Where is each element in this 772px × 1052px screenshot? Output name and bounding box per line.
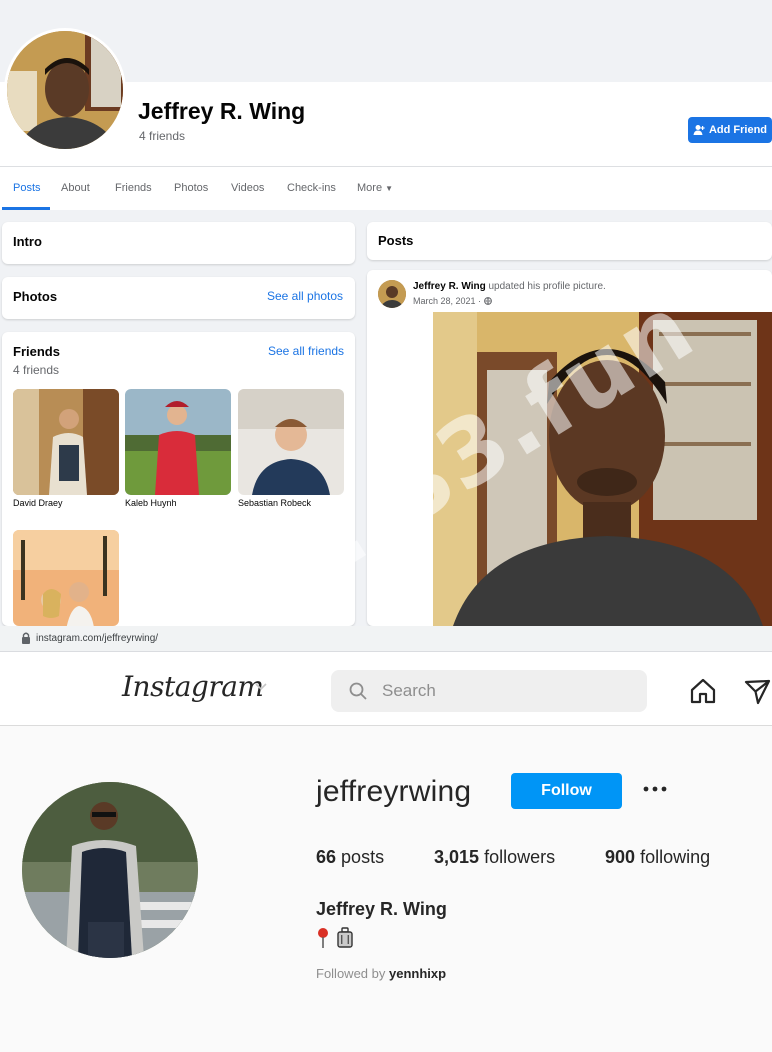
active-tab-indicator <box>2 207 50 210</box>
intro-card: Intro <box>2 222 355 264</box>
friend-count[interactable]: 4 friends <box>139 129 185 143</box>
friend-name[interactable]: David Draey <box>13 498 63 508</box>
followers-count[interactable]: 3,015 followers <box>434 847 555 868</box>
direct-message-icon[interactable] <box>742 676 772 706</box>
luggage-icon <box>337 927 353 948</box>
friend-photo[interactable] <box>13 389 119 495</box>
tab-about[interactable]: About <box>61 182 90 194</box>
profile-tabs: Posts About Friends Photos Videos Check-… <box>0 166 772 210</box>
intro-title: Intro <box>13 234 42 249</box>
post-date-text: March 28, 2021 · <box>413 296 484 306</box>
tab-photos[interactable]: Photos <box>174 182 208 194</box>
posts-count: 66 posts <box>316 847 384 868</box>
screenshot-root: Jeffrey R. Wing 4 friends Add Friend Pos… <box>0 0 772 1052</box>
followed-by-user[interactable]: yennhixp <box>389 966 446 981</box>
post-author-name[interactable]: Jeffrey R. Wing <box>413 281 486 292</box>
caret-down-icon: ▼ <box>385 184 394 193</box>
address-url[interactable]: instagram.com/jeffreyrwing/ <box>36 633 158 644</box>
chevron-down-icon[interactable] <box>254 682 268 692</box>
following-count[interactable]: 900 following <box>605 847 710 868</box>
friend-name[interactable]: Kaleb Huynh <box>125 498 177 508</box>
see-all-friends-link[interactable]: See all friends <box>268 344 344 358</box>
followers-label: followers <box>484 847 556 867</box>
instagram-username: jeffreyrwing <box>316 775 472 808</box>
post-author-avatar[interactable] <box>378 280 406 308</box>
post-photo[interactable] <box>433 312 772 626</box>
profile-name: Jeffrey R. Wing <box>138 98 306 124</box>
friends-card: Friends 4 friends See all friends David … <box>2 332 355 626</box>
instagram-bio <box>316 926 354 950</box>
search-input[interactable]: Search <box>382 681 436 701</box>
profile-avatar[interactable] <box>4 28 126 152</box>
tab-check-ins[interactable]: Check-ins <box>287 182 336 194</box>
following-number: 900 <box>605 847 636 867</box>
friend-photo[interactable] <box>125 389 231 495</box>
tab-friends[interactable]: Friends <box>115 182 152 194</box>
posts-number: 66 <box>316 847 337 867</box>
tab-videos[interactable]: Videos <box>231 182 264 194</box>
instagram-full-name: Jeffrey R. Wing <box>316 899 447 919</box>
tab-posts[interactable]: Posts <box>13 182 41 194</box>
follow-button[interactable]: Follow <box>511 773 622 809</box>
search-icon <box>349 682 367 700</box>
add-friend-label: Add Friend <box>708 124 768 136</box>
photos-card: Photos See all photos <box>2 277 355 319</box>
post-timestamp[interactable]: March 28, 2021 · <box>413 296 492 306</box>
instagram-profile: instagram.com/jeffreyrwing/ Instagram Se… <box>0 626 772 1052</box>
post-header: Jeffrey R. Wing updated his profile pict… <box>413 281 606 292</box>
globe-icon <box>483 297 492 305</box>
lock-icon <box>22 632 30 644</box>
home-icon[interactable] <box>688 676 718 706</box>
tab-more[interactable]: More ▼ <box>357 182 393 194</box>
photos-title: Photos <box>13 289 58 304</box>
friends-subtitle: 4 friends <box>13 363 60 377</box>
pushpin-icon <box>318 928 328 948</box>
more-options-icon[interactable] <box>640 778 670 800</box>
post-action: updated his profile picture. <box>488 281 606 292</box>
followers-number: 3,015 <box>434 847 480 867</box>
browser-address-bar[interactable]: instagram.com/jeffreyrwing/ <box>0 626 772 652</box>
followed-by[interactable]: Followed by yennhixp <box>316 966 446 981</box>
friend-photo[interactable] <box>238 389 344 495</box>
search-bar[interactable] <box>331 670 647 712</box>
friend-photo[interactable] <box>13 530 119 626</box>
following-label: following <box>640 847 711 867</box>
followed-by-prefix: Followed by <box>316 966 386 981</box>
tab-more-label: More <box>357 182 383 194</box>
facebook-profile: Jeffrey R. Wing 4 friends Add Friend Pos… <box>0 0 772 626</box>
instagram-avatar[interactable] <box>22 782 198 958</box>
instagram-logo[interactable]: Instagram <box>122 670 264 703</box>
friend-name[interactable]: Sebastian Robeck <box>238 498 311 508</box>
add-friend-button[interactable]: Add Friend <box>688 117 772 143</box>
posts-title: Posts <box>378 233 414 248</box>
see-all-photos-link[interactable]: See all photos <box>267 289 343 303</box>
add-person-icon <box>693 125 705 135</box>
posts-label: posts <box>341 847 385 867</box>
friends-title: Friends <box>13 344 60 359</box>
posts-header-card: Posts <box>367 222 772 260</box>
